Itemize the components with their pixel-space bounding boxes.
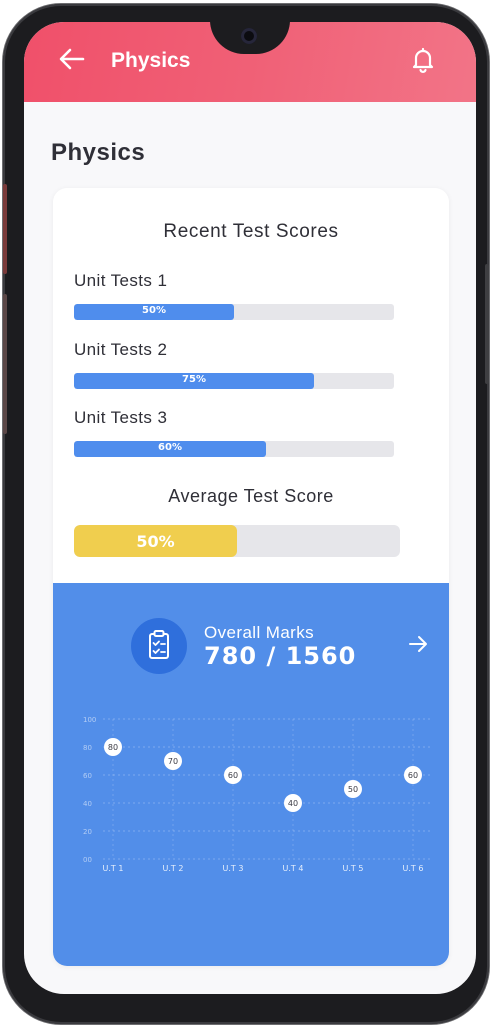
side-button	[485, 264, 489, 384]
progress-label: 60%	[158, 442, 182, 453]
progress-bar: 50%	[74, 304, 394, 320]
arrow-left-icon[interactable]	[57, 46, 87, 72]
chart-y-tick-label: 60	[83, 772, 92, 780]
camera	[241, 28, 257, 44]
progress-label: 50%	[142, 305, 166, 316]
average-score-heading: Average Test Score	[168, 486, 334, 506]
test-label: Unit Tests 2	[74, 340, 168, 359]
bell-icon[interactable]	[409, 46, 437, 74]
chart-point-label: 60	[228, 771, 238, 780]
test-label: Unit Tests 1	[74, 271, 168, 290]
overall-marks-label: Overall Marks	[204, 623, 315, 642]
chart-point-label: 60	[408, 771, 418, 780]
overall-marks-panel: Overall Marks 780 / 1560 00 20 40 60 80 100 U.…	[53, 583, 449, 966]
chart-x-tick-label: U.T 4	[283, 864, 304, 873]
progress-bar: 75%	[74, 373, 394, 389]
progress-fill: 60%	[74, 441, 266, 457]
chart-y-tick-label: 40	[83, 800, 92, 808]
chart-point-label: 70	[168, 757, 178, 766]
chart-y-tick-label: 20	[83, 828, 92, 836]
overall-marks-value: 780 / 1560	[204, 642, 357, 670]
chart-point-label: 40	[288, 799, 298, 808]
progress-bar: 60%	[74, 441, 394, 457]
chart-x-tick-label: U.T 1	[103, 864, 124, 873]
clipboard-check-icon	[131, 618, 187, 674]
app-bar-title: Physics	[111, 49, 191, 72]
test-label: Unit Tests 3	[74, 408, 168, 427]
side-button	[3, 294, 7, 434]
average-score-label: 50%	[136, 532, 175, 551]
recent-scores-heading: Recent Test Scores	[163, 221, 339, 242]
chart-x-tick-label: U.T 6	[403, 864, 424, 873]
page-title: Physics	[51, 139, 146, 166]
progress-fill: 50%	[74, 304, 234, 320]
marks-chart: 00 20 40 60 80 100 U.T 1 80 U.T 2 70 U.T 3 60 U.T 4 4…	[83, 716, 433, 873]
side-button	[3, 184, 7, 274]
screen: Physics Physics Recent Test Scores Unit …	[24, 22, 476, 994]
average-score-fill: 50%	[74, 525, 237, 557]
chart-y-tick-label: 00	[83, 856, 92, 864]
chart-point-label: 80	[108, 743, 118, 752]
chart-y-tick-label: 100	[83, 716, 96, 724]
chart-x-tick-label: U.T 3	[223, 864, 244, 873]
chart-x-tick-label: U.T 2	[163, 864, 184, 873]
chart-point-label: 50	[348, 785, 358, 794]
scores-card: Recent Test Scores Unit Tests 1 50% Unit…	[53, 188, 449, 966]
chart-y-tick-label: 80	[83, 744, 92, 752]
average-score-bar: 50%	[74, 525, 400, 557]
progress-label: 75%	[182, 374, 206, 385]
arrow-right-icon[interactable]	[407, 633, 429, 655]
progress-fill: 75%	[74, 373, 314, 389]
phone-frame: Physics Physics Recent Test Scores Unit …	[3, 4, 489, 1024]
chart-x-tick-label: U.T 5	[343, 864, 364, 873]
